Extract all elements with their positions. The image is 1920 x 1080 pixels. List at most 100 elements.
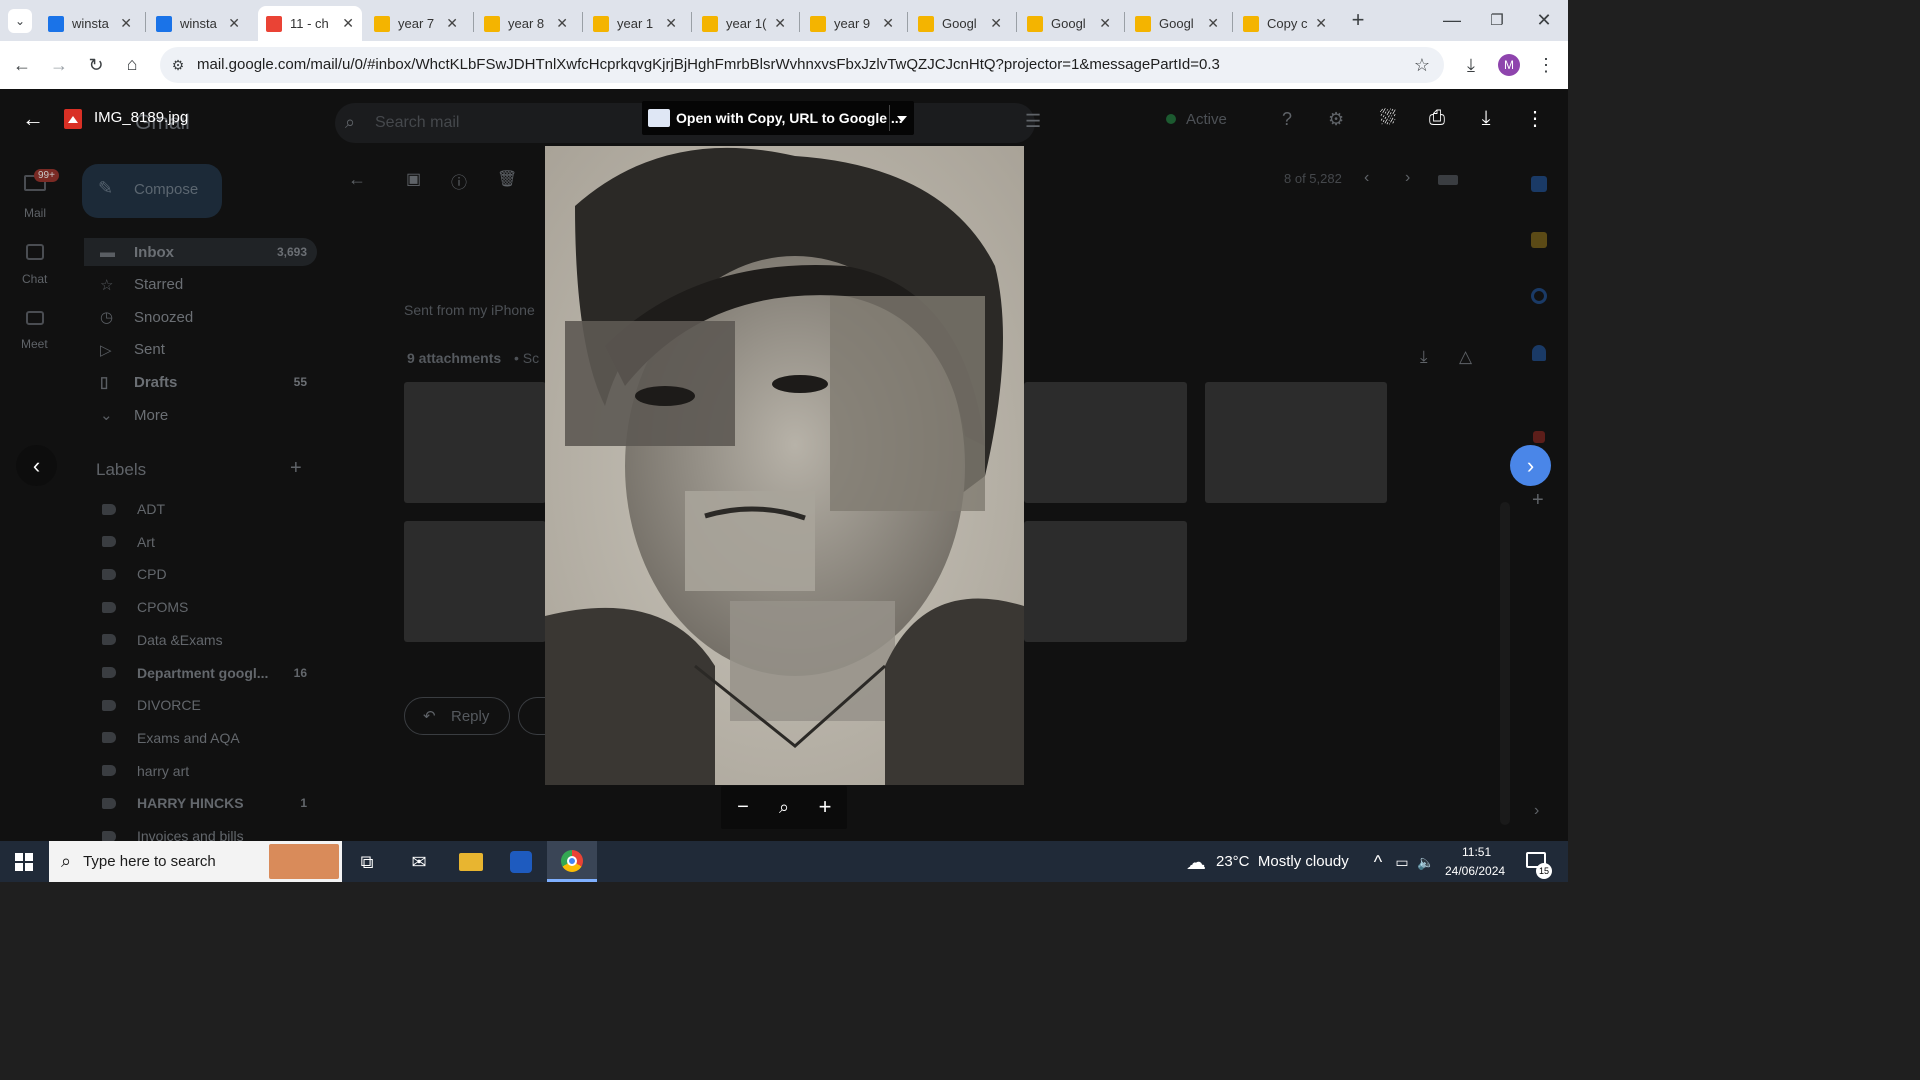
zoom-out-icon[interactable]: − [731,795,755,819]
network-icon[interactable]: ▭ [1392,850,1412,874]
tab-close-icon[interactable]: ✕ [882,15,894,32]
print-icon[interactable]: ⎙ [1424,105,1450,131]
attachment-thumbnail[interactable] [1024,382,1187,503]
tab-close-icon[interactable]: ✕ [1315,15,1327,32]
browser-tab[interactable]: 11 - ch ✕ [258,6,362,41]
label-item[interactable]: CPD [100,562,315,586]
scrollbar[interactable] [1500,502,1510,825]
tab-close-icon[interactable]: ✕ [1207,15,1219,32]
label-item[interactable]: Invoices and bills [100,824,315,841]
tab-close-icon[interactable]: ✕ [556,15,568,32]
add-label-icon[interactable]: + [290,457,302,480]
tab-close-icon[interactable]: ✕ [1099,15,1111,32]
nav-item-starred[interactable]: ☆ Starred [100,272,315,298]
new-tab-button[interactable]: + [1346,7,1370,32]
addon-icon[interactable] [1533,431,1545,443]
weather-text[interactable]: 23°C Mostly cloudy [1216,853,1349,870]
tab-close-icon[interactable]: ✕ [228,15,240,32]
weather-cloud-icon[interactable]: ☁ [1182,850,1210,874]
tab-close-icon[interactable]: ✕ [774,15,786,32]
reply-button[interactable]: ↶ Reply [404,697,510,735]
taskbar-search-box[interactable]: ⌕ Type here to search [49,841,342,882]
nav-item-drafts[interactable]: ▯ Drafts 55 [100,369,315,395]
save-to-drive-icon[interactable]: △ [1459,347,1472,367]
browser-tab[interactable]: year 8 ✕ [476,6,576,41]
tab-close-icon[interactable]: ✕ [665,15,677,32]
address-bar[interactable]: ⚙ mail.google.com/mail/u/0/#inbox/WhctKL… [160,47,1444,83]
attachment-image[interactable] [545,146,1024,785]
previous-attachment-button[interactable]: ‹ [16,445,57,486]
browser-tab[interactable]: Googl ✕ [1019,6,1119,41]
tab-close-icon[interactable]: ✕ [120,15,132,32]
browser-tab[interactable]: Googl ✕ [1127,6,1227,41]
attachment-thumbnail[interactable] [1024,521,1187,642]
download-icon[interactable]: ⤓ [1473,105,1499,131]
delete-icon[interactable]: 🗑 [497,169,517,189]
older-icon[interactable]: › [1405,169,1410,187]
browser-tab[interactable]: year 7 ✕ [366,6,466,41]
side-panel-toggle-icon[interactable]: › [1534,802,1539,820]
task-view-icon[interactable]: ⧉ [355,850,379,874]
label-item[interactable]: ADT [100,497,315,521]
label-item[interactable]: Art [100,530,315,554]
file-explorer-icon[interactable] [459,853,483,871]
attachment-thumbnail[interactable] [404,382,546,503]
close-window-button[interactable]: ✕ [1532,8,1556,32]
get-addons-icon[interactable]: + [1532,489,1544,512]
nav-item-sent[interactable]: ▷ Sent [100,337,315,363]
rail-chat-label[interactable]: Chat [22,272,47,286]
rail-meet-label[interactable]: Meet [21,337,48,351]
attachment-thumbnail[interactable] [1205,382,1387,503]
open-with-dropdown-icon[interactable] [897,116,907,122]
chrome-taskbar-item[interactable] [547,841,597,882]
label-item[interactable]: Data &Exams [100,628,315,652]
tab-close-icon[interactable]: ✕ [342,15,354,32]
tab-close-icon[interactable]: ✕ [990,15,1002,32]
browser-tab[interactable]: winsta ✕ [40,6,140,41]
tasks-icon[interactable] [1531,288,1547,304]
downloads-icon[interactable]: ⤓ [1459,53,1483,77]
profile-avatar[interactable]: M [1498,54,1520,76]
add-to-drive-icon[interactable]: ⛆ [1375,105,1401,131]
forward-icon[interactable]: → [47,53,71,77]
forward-button[interactable] [518,697,548,735]
maps-app-icon[interactable] [510,851,532,873]
next-attachment-button[interactable]: › [1510,445,1551,486]
tab-search-button[interactable]: ⌄ [8,9,32,33]
download-all-icon[interactable]: ⤓ [1420,347,1428,367]
more-options-icon[interactable]: ⋮ [1522,105,1548,131]
chat-icon[interactable] [26,244,44,260]
back-to-inbox-icon[interactable]: ← [348,169,366,190]
open-with-button[interactable]: Open with Copy, URL to Google ... [642,101,914,135]
clock-date[interactable]: 24/06/2024 [1445,864,1505,878]
keyboard-icon[interactable] [1438,175,1458,185]
attachment-thumbnail[interactable] [404,521,546,642]
label-item[interactable]: harry art [100,759,315,783]
label-item[interactable]: Department googl... 16 [100,661,315,685]
close-viewer-icon[interactable]: ← [20,106,46,132]
back-icon[interactable]: ← [10,53,34,77]
volume-icon[interactable]: 🔈 [1416,850,1436,874]
rail-mail-label[interactable]: Mail [24,206,46,220]
home-icon[interactable]: ⌂ [120,52,144,76]
browser-tab[interactable]: year 1 ✕ [585,6,685,41]
mail-app-icon[interactable]: ✉ [407,850,431,874]
url-text[interactable]: mail.google.com/mail/u/0/#inbox/WhctKLbF… [197,56,1220,73]
label-item[interactable]: Exams and AQA [100,726,315,750]
contacts-icon[interactable] [1532,345,1546,361]
meet-icon[interactable] [26,311,44,325]
zoom-in-icon[interactable]: + [813,794,837,819]
browser-tab[interactable]: Copy c ✕ [1235,6,1335,41]
label-item[interactable]: HARRY HINCKS 1 [100,791,315,815]
browser-tab[interactable]: year 1(✕ [694,6,794,41]
tab-close-icon[interactable]: ✕ [446,15,458,32]
browser-tab[interactable]: winsta ✕ [148,6,248,41]
browser-tab[interactable]: year 9 ✕ [802,6,902,41]
keep-icon[interactable] [1531,232,1547,248]
archive-icon[interactable]: ▣ [406,169,421,189]
nav-item-snoozed[interactable]: ◷ Snoozed [100,304,315,330]
show-hidden-icons-chevron[interactable]: ^ [1368,850,1388,874]
clock-time[interactable]: 11:51 [1462,845,1491,859]
bookmark-star-icon[interactable]: ☆ [1410,53,1434,77]
minimize-button[interactable]: — [1440,8,1464,32]
